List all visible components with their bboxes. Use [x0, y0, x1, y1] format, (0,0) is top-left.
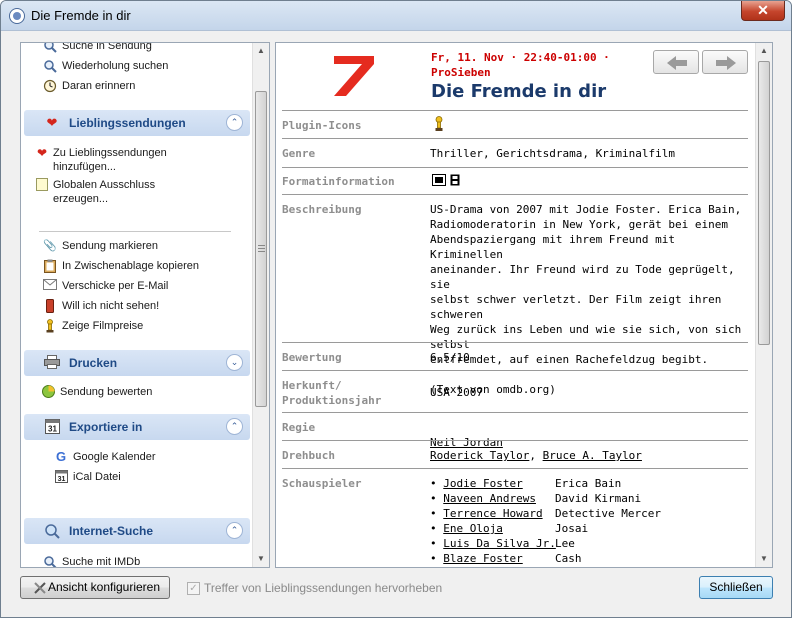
search-imdb-item[interactable]: Suche mit IMDb	[43, 553, 140, 567]
dialog-window: Die Fremde in dir ✕ Suche in Sendung Wie…	[0, 0, 792, 618]
program-detail-panel: Fr, 11. Nov · 22:40-01:00 · ProSieben Di…	[275, 42, 773, 568]
printer-icon	[44, 355, 60, 371]
mark-program-item[interactable]: 📎 Sendung markieren	[43, 237, 158, 255]
actor-link[interactable]: Luis Da Silva Jr.	[443, 537, 556, 550]
internet-search-section-header[interactable]: Internet-Suche ⌃	[24, 518, 250, 544]
previous-program-button[interactable]	[653, 50, 699, 74]
remind-item[interactable]: Daran erinnern	[43, 77, 135, 95]
print-section-header[interactable]: Drucken ⌄	[24, 350, 250, 376]
export-section-header[interactable]: 31 Exportiere in ⌃	[24, 414, 250, 440]
scroll-up-arrow-icon[interactable]: ▲	[253, 43, 269, 59]
highlight-favorites-checkbox[interactable]: ✓ Treffer von Lieblingssendungen hervorh…	[187, 581, 442, 595]
favorites-section-header[interactable]: ❤ Lieblingssendungen ⌃	[24, 110, 250, 136]
action-panel: Suche in Sendung Wiederholung suchen Dar…	[20, 42, 270, 568]
rating-icon	[41, 385, 55, 399]
collapse-section-button[interactable]: ⌃	[226, 418, 243, 435]
stop-icon	[43, 299, 57, 313]
origin-value: USA 2007	[430, 386, 483, 399]
send-email-item[interactable]: Verschicke per E-Mail	[43, 277, 168, 295]
clipboard-icon	[43, 259, 57, 273]
broadcast-time: Fr, 11. Nov · 22:40-01:00 · ProSieben	[431, 50, 631, 80]
rating-row: Bewertung 6,5/10	[282, 342, 748, 370]
plugin-icons-row: Plugin-Icons	[282, 110, 748, 138]
paperclip-icon: 📎	[43, 240, 57, 252]
format-row: Formatinformation	[282, 167, 748, 194]
rate-program-item[interactable]: Sendung bewerten	[41, 383, 152, 401]
action-list: Suche in Sendung Wiederholung suchen Dar…	[21, 43, 252, 567]
writer-link[interactable]: Bruce A. Taylor	[543, 449, 642, 462]
google-icon: G	[55, 449, 67, 464]
scroll-down-arrow-icon[interactable]: ▼	[253, 551, 269, 567]
collapse-section-button[interactable]: ⌃	[226, 114, 243, 131]
note-icon	[35, 178, 49, 192]
scroll-up-arrow-icon[interactable]: ▲	[756, 43, 772, 59]
description-row: Beschreibung US-Drama von 2007 mit Jodie…	[282, 194, 748, 396]
genre-row: Genre Thriller, Gerichtsdrama, Kriminalf…	[282, 138, 748, 167]
close-button[interactable]: Schließen	[699, 576, 773, 599]
section-divider	[39, 231, 231, 232]
magnifier-icon	[43, 555, 57, 567]
scroll-down-arrow-icon[interactable]: ▼	[756, 551, 772, 567]
film-format-icon	[450, 174, 460, 186]
left-scrollbar-thumb[interactable]	[255, 91, 267, 407]
dont-want-item[interactable]: Will ich nicht sehen!	[43, 297, 159, 315]
add-favorite-item[interactable]: ❤ Zu Lieblingssendungen hinzufügen...	[37, 146, 167, 174]
writer-link[interactable]: Roderick Taylor	[430, 449, 529, 462]
copy-to-clipboard-item[interactable]: In Zwischenablage kopieren	[43, 257, 199, 275]
genre-value: Thriller, Gerichtsdrama, Kriminalfilm	[430, 147, 676, 160]
detail-scrollbar-thumb[interactable]	[758, 61, 770, 345]
globe-search-icon	[44, 523, 60, 539]
left-scrollbar[interactable]: ▲ ▼	[252, 43, 269, 567]
channel-logo	[334, 56, 374, 96]
search-in-program-item[interactable]: Suche in Sendung	[43, 43, 152, 55]
expand-section-button[interactable]: ⌄	[226, 354, 243, 371]
title-bar: Die Fremde in dir ✕	[1, 1, 791, 31]
actor-link[interactable]: Naveen Andrews	[443, 492, 536, 505]
trophy-icon	[43, 319, 57, 333]
global-exclusion-item[interactable]: Globalen Ausschluss erzeugen...	[36, 178, 155, 206]
rating-value: 6,5/10	[430, 351, 470, 364]
actor-link[interactable]: Blaze Foster	[443, 552, 522, 565]
director-row: Regie Neil Jordan	[282, 412, 748, 449]
show-awards-item[interactable]: Zeige Filmpreise	[43, 317, 143, 335]
ical-file-item[interactable]: 31 iCal Datei	[54, 468, 121, 486]
collapse-section-button[interactable]: ⌃	[226, 522, 243, 539]
arrow-left-icon	[667, 56, 687, 70]
window-title: Die Fremde in dir	[31, 8, 131, 23]
app-icon	[9, 8, 25, 24]
actor-link[interactable]: Ene Oloja	[443, 522, 503, 535]
google-calendar-item[interactable]: G Google Kalender	[54, 448, 156, 466]
checkbox-check-icon[interactable]: ✓	[187, 581, 200, 595]
heart-icon: ❤	[46, 115, 58, 130]
heart-icon: ❤	[36, 146, 48, 160]
svg-text:31: 31	[57, 476, 65, 483]
window-close-button[interactable]: ✕	[741, 1, 785, 21]
arrow-right-icon	[716, 56, 736, 70]
svg-text:31: 31	[48, 425, 57, 434]
calendar-icon: 31	[54, 470, 68, 484]
alarm-clock-icon	[43, 79, 57, 93]
actor-link[interactable]: Jodie Foster	[443, 477, 522, 490]
magnifier-icon	[43, 43, 57, 53]
magnifier-icon	[43, 59, 57, 73]
mail-icon	[43, 279, 57, 293]
cast-row: Schauspieler • Jodie Foster Erica Bain • …	[282, 468, 748, 567]
calendar-icon: 31	[44, 419, 60, 435]
widescreen-format-icon	[432, 174, 446, 186]
actor-link[interactable]: Terrence Howard	[443, 507, 542, 520]
configure-view-button[interactable]: Ansicht konfigurieren	[20, 576, 170, 599]
search-repeat-item[interactable]: Wiederholung suchen	[43, 57, 168, 75]
origin-row: Herkunft/ Produktionsjahr USA 2007	[282, 370, 748, 412]
detail-scrollbar[interactable]: ▲ ▼	[755, 43, 772, 567]
tools-icon	[33, 581, 47, 602]
screenplay-row: Drehbuch Roderick Taylor, Bruce A. Taylo…	[282, 440, 748, 468]
next-program-button[interactable]	[702, 50, 748, 74]
trophy-icon	[434, 116, 444, 135]
channel-name: ProSieben	[431, 66, 491, 79]
program-title: Die Fremde in dir	[431, 81, 607, 102]
